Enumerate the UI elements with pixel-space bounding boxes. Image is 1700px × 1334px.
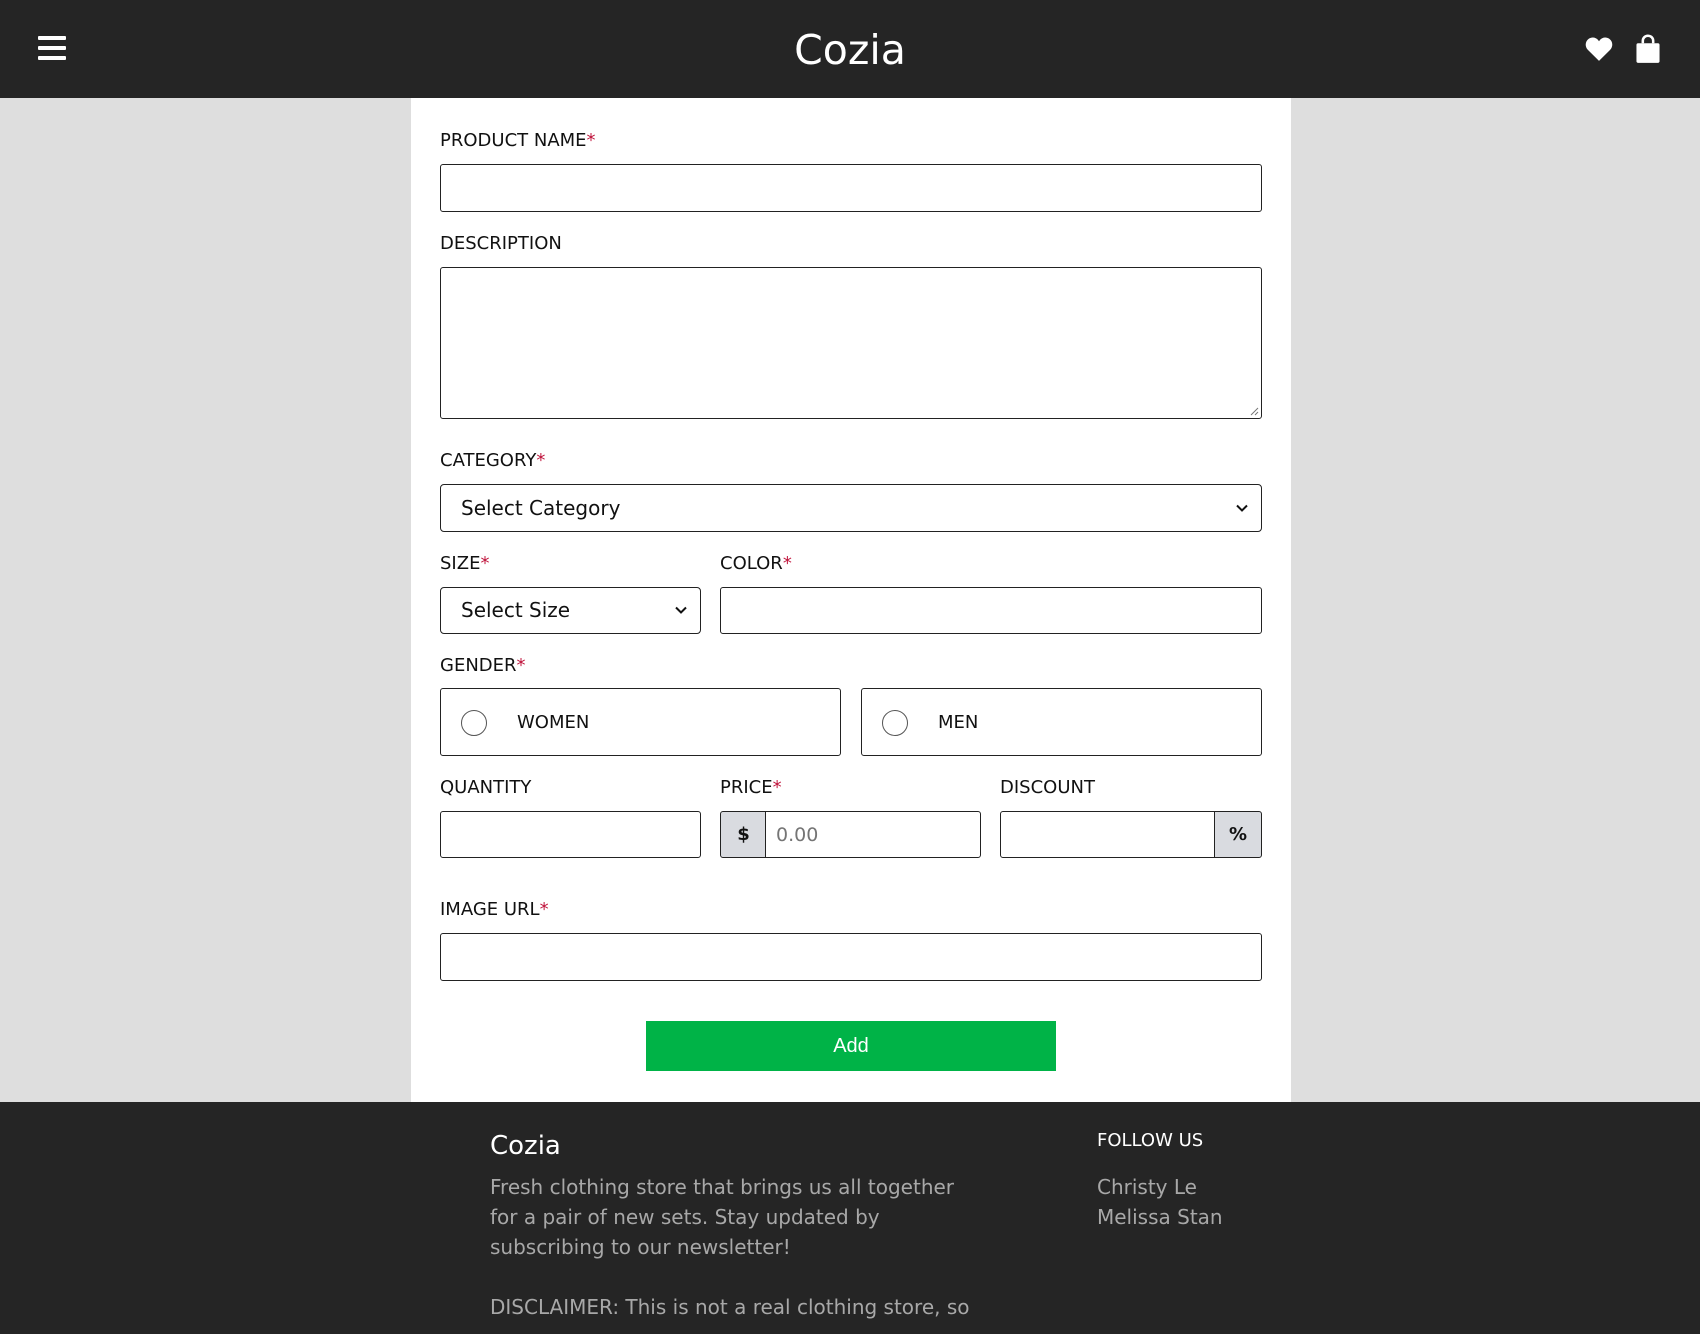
image-url-label: IMAGE URL* — [440, 899, 549, 920]
gender-option-label: MEN — [938, 712, 979, 733]
chevron-down-icon — [675, 606, 687, 614]
product-name-field[interactable] — [440, 164, 1262, 212]
price-label: PRICE* — [720, 777, 782, 798]
quantity-input[interactable] — [441, 812, 700, 857]
gender-label: GENDER* — [440, 655, 526, 676]
size-label: SIZE* — [440, 553, 490, 574]
color-field[interactable] — [720, 587, 1262, 634]
add-product-form: PRODUCT NAME* DESCRIPTION CATEGORY* Sele… — [411, 98, 1291, 1102]
resize-grip-icon[interactable] — [1249, 406, 1259, 416]
color-label: COLOR* — [720, 553, 792, 574]
hamburger-menu-icon[interactable] — [38, 36, 66, 60]
product-name-label: PRODUCT NAME* — [440, 130, 596, 151]
color-input[interactable] — [721, 588, 1261, 633]
brand-logo[interactable]: Cozia — [794, 26, 906, 74]
price-field[interactable] — [765, 811, 981, 858]
follow-link-melissa[interactable]: Melissa Stan — [1097, 1202, 1223, 1232]
product-name-input[interactable] — [441, 165, 1261, 211]
brand-container: Cozia — [0, 24, 1700, 76]
price-input[interactable] — [766, 812, 980, 857]
size-select[interactable]: Select Size — [440, 587, 701, 634]
description-field[interactable] — [440, 267, 1262, 419]
footer-disclaimer: DISCLAIMER: This is not a real clothing … — [490, 1295, 970, 1319]
follow-us-heading: FOLLOW US — [1097, 1130, 1204, 1151]
radio-button-women[interactable] — [461, 710, 487, 736]
size-selected-value: Select Size — [461, 598, 571, 622]
quantity-label: QUANTITY — [440, 777, 532, 798]
follow-link-christy[interactable]: Christy Le — [1097, 1172, 1197, 1202]
discount-input[interactable] — [1001, 812, 1215, 857]
gender-option-men[interactable]: MEN — [861, 688, 1262, 756]
add-product-button[interactable]: Add — [646, 1021, 1056, 1071]
discount-field[interactable] — [1000, 811, 1216, 858]
category-selected-value: Select Category — [461, 496, 621, 520]
price-currency-prefix: $ — [720, 811, 767, 858]
category-select[interactable]: Select Category — [440, 484, 1262, 532]
image-url-input[interactable] — [441, 934, 1261, 980]
discount-label: DISCOUNT — [1000, 777, 1095, 798]
description-textarea[interactable] — [441, 268, 1261, 418]
gender-option-label: WOMEN — [517, 712, 590, 733]
discount-percent-suffix: % — [1214, 811, 1262, 858]
top-navbar: Cozia — [0, 0, 1700, 98]
site-footer: Cozia Fresh clothing store that brings u… — [0, 1102, 1700, 1334]
description-label: DESCRIPTION — [440, 233, 562, 254]
footer-brand: Cozia — [490, 1131, 561, 1161]
footer-description: Fresh clothing store that brings us all … — [490, 1175, 955, 1259]
image-url-field[interactable] — [440, 933, 1262, 981]
shopping-bag-icon[interactable] — [1635, 34, 1661, 64]
radio-button-men[interactable] — [882, 710, 908, 736]
chevron-down-icon — [1236, 504, 1248, 512]
quantity-field[interactable] — [440, 811, 701, 858]
heart-icon[interactable] — [1584, 34, 1614, 64]
gender-option-women[interactable]: WOMEN — [440, 688, 841, 756]
category-label: CATEGORY* — [440, 450, 546, 471]
